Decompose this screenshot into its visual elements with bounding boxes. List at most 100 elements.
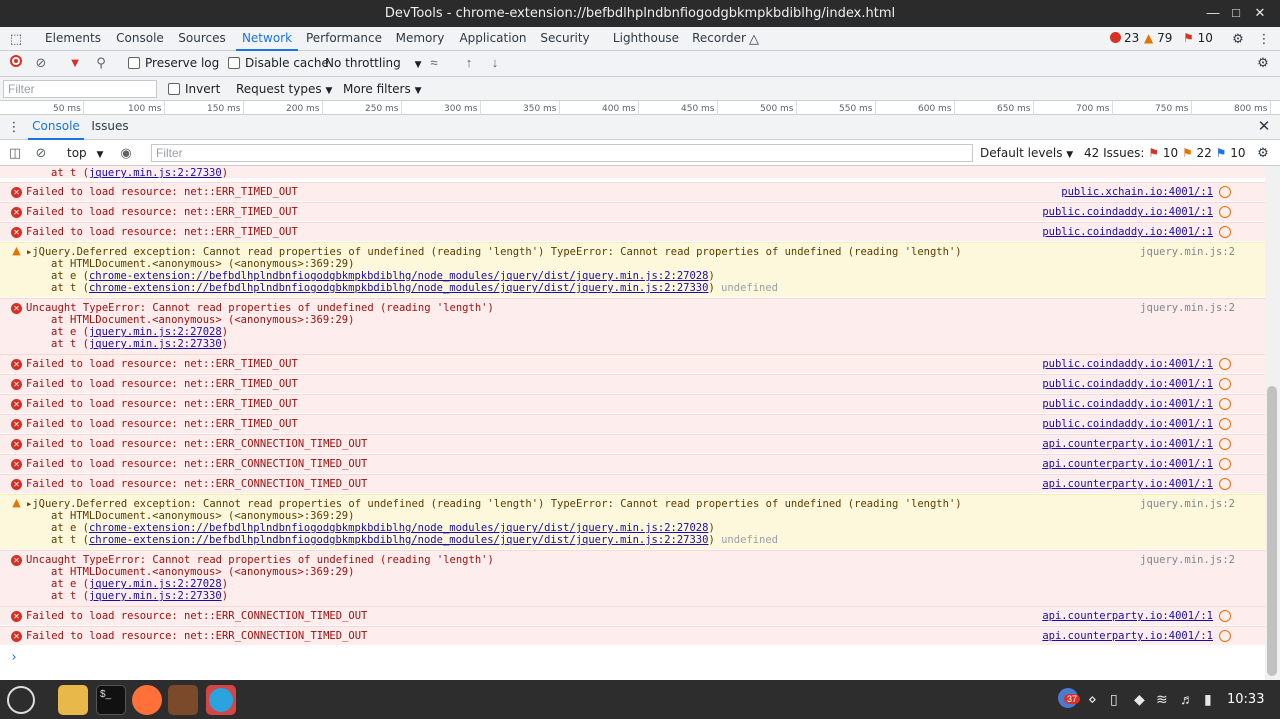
download-icon[interactable]: ↓ xyxy=(487,55,503,71)
maximize-icon[interactable]: □ xyxy=(1227,4,1245,22)
console-prompt-chevron-icon[interactable]: › xyxy=(10,650,18,665)
chevron-down-icon: ▼ xyxy=(414,86,422,96)
context-select[interactable]: top ▼ xyxy=(67,146,103,160)
scrollbar-thumb[interactable] xyxy=(1267,386,1277,676)
network-request-icon[interactable] xyxy=(1219,358,1231,370)
source-link[interactable]: api.counterparty.io:4001/:1 xyxy=(1042,458,1213,470)
request-types-dropdown[interactable]: Request types ▼ xyxy=(236,82,332,96)
filter-icon[interactable]: ▼ xyxy=(67,55,83,71)
tab-sources[interactable]: Sources xyxy=(174,27,230,51)
source-link[interactable]: public.coindaddy.io:4001/:1 xyxy=(1042,418,1213,430)
settings-gear-icon[interactable]: ⚙ xyxy=(1230,31,1246,47)
clipboard-icon[interactable]: ▯ xyxy=(1110,691,1118,708)
error-icon: ✕ xyxy=(11,399,22,410)
source-link[interactable]: jquery.min.js:2 xyxy=(1140,246,1235,258)
network-settings-gear-icon[interactable]: ⚙ xyxy=(1255,55,1271,71)
record-icon[interactable] xyxy=(8,55,24,71)
source-link[interactable]: public.xchain.io:4001/:1 xyxy=(1061,186,1213,198)
tab-lighthouse[interactable]: Lighthouse xyxy=(610,27,682,51)
window-title: DevTools - chrome-extension://befbdlhpln… xyxy=(384,6,896,21)
app-icon[interactable] xyxy=(168,685,198,715)
log-levels-select[interactable]: Default levels ▼ xyxy=(980,146,1073,160)
more-filters-dropdown[interactable]: More filters ▼ xyxy=(343,82,421,96)
source-link[interactable]: public.coindaddy.io:4001/:1 xyxy=(1042,378,1213,390)
throttling-select[interactable]: No throttling ▼ xyxy=(325,56,422,70)
issues-count[interactable]: ⚑ 10 xyxy=(1183,31,1213,45)
source-link[interactable]: api.counterparty.io:4001/:1 xyxy=(1042,438,1213,450)
tab-elements[interactable]: Elements xyxy=(40,27,106,51)
network-request-icon[interactable] xyxy=(1219,478,1231,490)
network-request-icon[interactable] xyxy=(1219,418,1231,430)
tab-security[interactable]: Security xyxy=(536,27,594,51)
network-request-icon[interactable] xyxy=(1219,226,1231,238)
volume-icon[interactable]: ♬ xyxy=(1180,691,1194,707)
minimize-icon[interactable]: — xyxy=(1204,4,1222,22)
bluetooth-icon[interactable]: ⋄ xyxy=(1088,691,1097,708)
source-link[interactable]: public.coindaddy.io:4001/:1 xyxy=(1042,398,1213,410)
tab-application[interactable]: Application xyxy=(456,27,530,51)
network-conditions-icon[interactable]: ≈ xyxy=(426,55,442,71)
preserve-log-checkbox[interactable]: Preserve log xyxy=(128,56,219,70)
firefox-icon[interactable] xyxy=(132,685,162,715)
network-request-icon[interactable] xyxy=(1219,438,1231,450)
source-link[interactable]: jquery.min.js:2 xyxy=(1140,498,1235,510)
source-link[interactable]: api.counterparty.io:4001/:1 xyxy=(1042,630,1213,642)
tab-memory[interactable]: Memory xyxy=(392,27,448,51)
terminal-icon[interactable]: $_ xyxy=(96,685,126,715)
tab-performance[interactable]: Performance xyxy=(304,27,384,51)
error-icon: ✕ xyxy=(11,611,22,622)
console-message: ✕ Failed to load resource: net::ERR_TIME… xyxy=(0,202,1265,222)
network-request-icon[interactable] xyxy=(1219,186,1231,198)
more-options-icon[interactable]: ⋮ xyxy=(1256,31,1272,47)
network-request-icon[interactable] xyxy=(1219,458,1231,470)
source-link[interactable]: public.coindaddy.io:4001/:1 xyxy=(1042,206,1213,218)
network-filter-input[interactable]: Filter xyxy=(3,80,157,98)
network-request-icon[interactable] xyxy=(1219,378,1231,390)
folder-icon[interactable] xyxy=(58,685,88,715)
console-filter-input[interactable]: Filter xyxy=(151,144,973,162)
search-icon[interactable]: ⚲ xyxy=(93,55,109,71)
tab-console[interactable]: Console xyxy=(110,27,170,51)
invert-checkbox[interactable]: Invert xyxy=(168,82,220,96)
eye-icon[interactable]: ◉ xyxy=(118,145,134,161)
console-settings-gear-icon[interactable]: ⚙ xyxy=(1255,145,1271,161)
network-request-icon[interactable] xyxy=(1219,630,1231,642)
wifi-icon[interactable]: ≋ xyxy=(1156,691,1168,708)
console-scrollbar[interactable] xyxy=(1265,166,1280,680)
mint-menu-icon[interactable] xyxy=(6,685,36,715)
error-count[interactable]: 23 xyxy=(1110,31,1139,45)
clear-icon[interactable]: ⊘ xyxy=(33,55,49,71)
tab-recorder[interactable]: Recorder xyxy=(690,27,748,51)
issues-summary[interactable]: 42 Issues: ⚑ 10 ⚑ 22 ⚑ 10 xyxy=(1084,146,1246,160)
warning-count[interactable]: ▲ 79 xyxy=(1144,31,1172,45)
source-link[interactable]: jquery.min.js:2 xyxy=(1140,302,1235,314)
drawer-tab-issues[interactable]: Issues xyxy=(88,115,132,140)
tab-network[interactable]: Network xyxy=(236,27,298,51)
error-icon: ✕ xyxy=(11,207,22,218)
upload-icon[interactable]: ↑ xyxy=(461,55,477,71)
sidebar-toggle-icon[interactable]: ◫ xyxy=(7,145,23,161)
drawer-tab-console[interactable]: Console xyxy=(28,115,84,140)
close-drawer-icon[interactable]: ✕ xyxy=(1256,119,1272,135)
warning-icon: ▲ xyxy=(12,496,21,509)
close-icon[interactable]: ✕ xyxy=(1251,4,1269,22)
drawer-menu-icon[interactable]: ⋮ xyxy=(6,119,22,135)
update-icon[interactable]: 37 xyxy=(1058,688,1081,708)
clock[interactable]: 10:33 xyxy=(1227,692,1264,707)
devtools-tab-strip: ⬚ Elements Console Sources Network Perfo… xyxy=(0,27,1280,51)
clear-console-icon[interactable]: ⊘ xyxy=(33,145,49,161)
source-link[interactable]: api.counterparty.io:4001/:1 xyxy=(1042,610,1213,622)
battery-icon[interactable]: ▮ xyxy=(1204,691,1212,708)
shield-icon[interactable]: ◆ xyxy=(1134,691,1145,708)
telegram-app[interactable] xyxy=(206,685,236,715)
source-link[interactable]: public.coindaddy.io:4001/:1 xyxy=(1042,226,1213,238)
network-request-icon[interactable] xyxy=(1219,610,1231,622)
source-link[interactable]: public.coindaddy.io:4001/:1 xyxy=(1042,358,1213,370)
network-request-icon[interactable] xyxy=(1219,398,1231,410)
disable-cache-checkbox[interactable]: Disable cache xyxy=(228,56,329,70)
inspect-element-icon[interactable]: ⬚ xyxy=(8,31,24,47)
console-message: ▲ ▸jQuery.Deferred exception: Cannot rea… xyxy=(0,242,1265,298)
network-request-icon[interactable] xyxy=(1219,206,1231,218)
source-link[interactable]: api.counterparty.io:4001/:1 xyxy=(1042,478,1213,490)
source-link[interactable]: jquery.min.js:2 xyxy=(1140,554,1235,566)
